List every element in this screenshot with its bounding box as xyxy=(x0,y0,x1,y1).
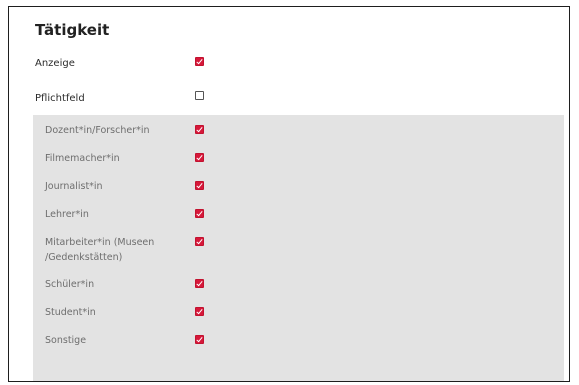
pflichtfeld-label: Pflichtfeld xyxy=(35,93,85,104)
option-checkbox-schueler[interactable] xyxy=(195,279,204,288)
activity-settings-panel: Tätigkeit Anzeige Pflichtfeld Dozent*in/… xyxy=(8,6,570,382)
option-label-filmemacher: Filmemacher*in xyxy=(45,153,120,164)
option-label-mitarbeiter-line1: Mitarbeiter*in (Museen xyxy=(45,237,155,248)
anzeige-label: Anzeige xyxy=(35,58,75,69)
option-checkbox-dozent[interactable] xyxy=(195,125,204,134)
option-checkbox-sonstige[interactable] xyxy=(195,335,204,344)
option-checkbox-filmemacher[interactable] xyxy=(195,153,204,162)
option-checkbox-mitarbeiter[interactable] xyxy=(195,237,204,246)
option-label-lehrer: Lehrer*in xyxy=(45,209,89,220)
option-checkbox-journalist[interactable] xyxy=(195,181,204,190)
option-label-schueler: Schüler*in xyxy=(45,279,95,290)
anzeige-checkbox[interactable] xyxy=(195,57,204,66)
option-label-sonstige: Sonstige xyxy=(45,335,87,346)
option-label-journalist: Journalist*in xyxy=(45,181,103,192)
option-checkbox-lehrer[interactable] xyxy=(195,209,204,218)
option-checkbox-student[interactable] xyxy=(195,307,204,316)
option-label-student: Student*in xyxy=(45,307,96,318)
option-label-mitarbeiter-line2: /Gedenkstätten) xyxy=(45,252,123,263)
option-label-dozent: Dozent*in/Forscher*in xyxy=(45,125,150,136)
pflichtfeld-checkbox[interactable] xyxy=(195,91,204,100)
activity-options-panel: Dozent*in/Forscher*in Filmemacher*in Jou… xyxy=(33,115,564,381)
section-title: Tätigkeit xyxy=(35,21,110,39)
